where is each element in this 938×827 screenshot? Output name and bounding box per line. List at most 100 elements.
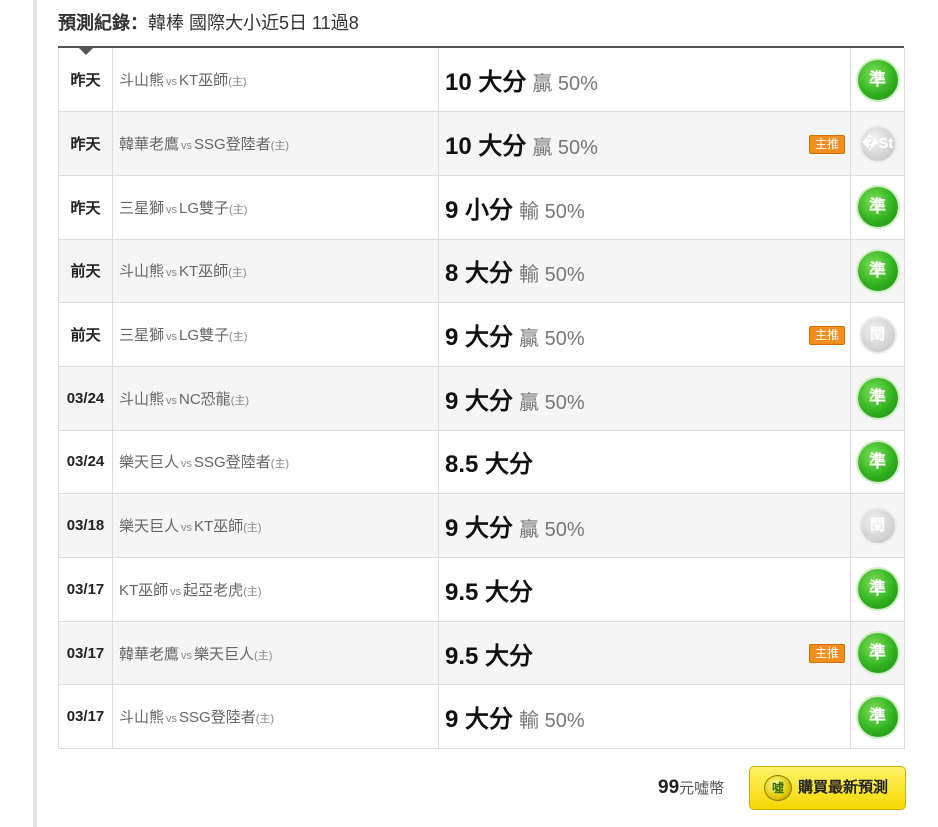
away-team: KT巫師 [119, 581, 169, 599]
price-display: 99元噓幣 [658, 774, 724, 802]
away-team: 三星獅 [119, 327, 165, 345]
away-team: 韓華老鷹 [119, 645, 180, 663]
pick-line: 9.5 大分 [445, 578, 534, 606]
vs-label: vs [166, 76, 178, 89]
pick-result: 輸 50% [519, 710, 585, 733]
hit-status-icon: 準 [857, 250, 898, 291]
hit-status-icon: 準 [857, 569, 898, 610]
record-date: 03/17 [58, 620, 113, 686]
away-team: 斗山熊 [119, 390, 165, 408]
price-amount: 99 [658, 777, 680, 798]
record-row: 03/17 斗山熊 vs SSG登陸者(主) 9 大分輸 50% 準 [58, 684, 905, 750]
main-pick-badge: 主推 [808, 644, 845, 664]
pick-line: 9 大分 [445, 515, 514, 543]
record-row: 昨天 斗山熊 vs KT巫師(主) 10 大分贏 50% 準 [58, 48, 905, 113]
away-team: 樂天巨人 [119, 454, 180, 472]
page-frame-left [33, 0, 37, 827]
record-date: 03/18 [58, 493, 113, 558]
pick-line: 9 大分 [445, 324, 514, 352]
record-matchup: 三星獅 vs LG雙子(主) [112, 302, 439, 367]
records-header: 預測紀錄：韓棒 國際大小近5日 11過8 [58, 10, 359, 36]
vs-label: vs [166, 267, 178, 280]
pick-line: 9 大分 [445, 706, 514, 734]
record-row: 03/24 斗山熊 vs NC恐龍(主) 9 大分贏 50% 準 [58, 365, 905, 431]
pick-line: 10 大分 [445, 69, 527, 97]
prediction-records-table: 昨天 斗山熊 vs KT巫師(主) 10 大分贏 50% 準昨天 韓華老鷹 vs SSG登陸者(… [58, 48, 905, 750]
vs-label: vs [181, 458, 193, 471]
record-pick: 9 大分贏 50% 主推 [438, 302, 851, 367]
pick-result: 輸 50% [519, 264, 585, 287]
vs-label: vs [166, 713, 178, 726]
record-status-cell: 準 [850, 429, 905, 495]
pick-result: 贏 50% [519, 519, 585, 542]
hit-status-icon: 準 [857, 378, 898, 419]
record-row: 03/17 韓華老鷹 vs 樂天巨人(主) 9.5 大分 主推準 [58, 620, 905, 686]
record-date: 昨天 [58, 111, 113, 176]
record-status-cell: 準 [850, 557, 905, 622]
pending-status-icon: �St [860, 126, 895, 161]
home-marker: (主) [228, 76, 247, 89]
record-status-cell: 準 [850, 48, 905, 113]
pick-line: 8 大分 [445, 260, 514, 288]
record-status-cell: 準 [850, 238, 905, 304]
home-team: LG雙子 [179, 327, 230, 345]
record-date: 03/17 [58, 684, 113, 750]
home-team: LG雙子 [179, 199, 230, 217]
away-team: 斗山熊 [119, 72, 165, 90]
record-matchup: 樂天巨人 vs KT巫師(主) [112, 493, 439, 558]
vs-label: vs [181, 522, 193, 535]
record-matchup: 斗山熊 vs KT巫師(主) [112, 48, 439, 113]
away-team: 斗山熊 [119, 709, 165, 727]
home-marker: (主) [243, 522, 262, 535]
home-team: SSG登陸者 [194, 136, 271, 154]
pick-line: 10 大分 [445, 133, 527, 161]
vs-label: vs [170, 585, 182, 598]
main-pick-badge: 主推 [808, 325, 845, 345]
pick-line: 9 小分 [445, 196, 514, 224]
pick-result: 贏 50% [532, 73, 598, 96]
pick-result: 贏 50% [519, 328, 585, 351]
home-marker: (主) [230, 394, 250, 407]
vs-label: vs [166, 331, 178, 344]
away-team: 韓華老鷹 [119, 136, 180, 154]
price-unit: 元噓幣 [679, 780, 725, 797]
away-team: 斗山熊 [119, 263, 165, 281]
home-marker: (主) [270, 140, 290, 153]
records-header-summary: 韓棒 國際大小近5日 11過8 [148, 13, 359, 33]
hit-status-icon: 準 [857, 187, 898, 228]
record-pick: 10 大分贏 50% [438, 48, 851, 113]
record-date: 昨天 [58, 48, 113, 113]
pending-status-icon: 閏 [860, 317, 895, 352]
record-status-cell: 閏 [850, 493, 905, 558]
home-marker: (主) [243, 585, 262, 598]
record-date: 前天 [58, 302, 113, 367]
record-status-cell: 準 [850, 174, 905, 240]
record-pick: 9.5 大分 [438, 557, 851, 622]
pick-result: 輸 50% [519, 200, 585, 223]
buy-button-label: 購買最新預測 [798, 779, 889, 796]
home-marker: (主) [255, 713, 275, 726]
home-marker: (主) [270, 458, 290, 471]
record-date: 03/17 [58, 557, 113, 622]
record-matchup: 斗山熊 vs KT巫師(主) [112, 238, 439, 304]
record-matchup: KT巫師 vs 起亞老虎(主) [112, 557, 439, 622]
record-date: 前天 [58, 238, 113, 304]
record-row: 前天 三星獅 vs LG雙子(主) 9 大分贏 50% 主推閏 [58, 302, 905, 367]
home-team: 樂天巨人 [194, 645, 255, 663]
record-pick: 9 大分贏 50% [438, 493, 851, 558]
home-marker: (主) [229, 331, 248, 344]
record-status-cell: �St [850, 111, 905, 176]
record-row: 前天 斗山熊 vs KT巫師(主) 8 大分輸 50% 準 [58, 238, 905, 304]
hit-status-icon: 準 [857, 59, 898, 100]
away-team: 樂天巨人 [119, 518, 180, 536]
hit-status-icon: 準 [857, 633, 898, 674]
home-marker: (主) [254, 649, 273, 662]
buy-latest-prediction-button[interactable]: 噓 購買最新預測 [749, 766, 906, 810]
record-date: 昨天 [58, 174, 113, 240]
record-pick: 9 大分贏 50% [438, 365, 851, 431]
record-date: 03/24 [58, 365, 113, 431]
record-pick: 8.5 大分 [438, 429, 851, 495]
home-team: SSG登陸者 [194, 454, 271, 472]
home-team: NC恐龍 [179, 390, 231, 408]
hit-status-icon: 準 [857, 696, 898, 737]
